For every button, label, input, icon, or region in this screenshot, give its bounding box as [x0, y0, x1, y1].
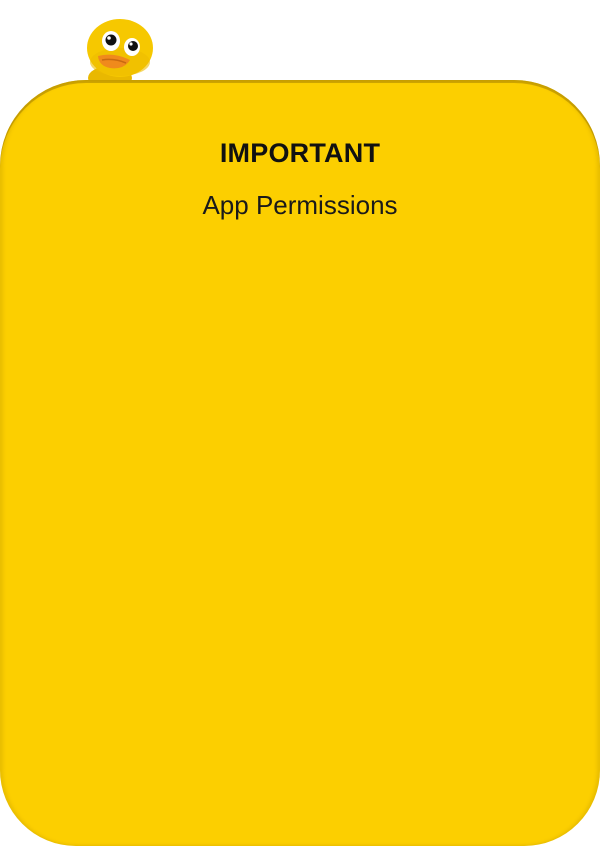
permissions-dialog: IMPORTANT App Permissions	[0, 80, 600, 846]
duck-mascot-icon	[84, 16, 156, 90]
dialog-subheading: App Permissions	[202, 190, 398, 220]
dialog-heading: IMPORTANT	[219, 138, 381, 168]
